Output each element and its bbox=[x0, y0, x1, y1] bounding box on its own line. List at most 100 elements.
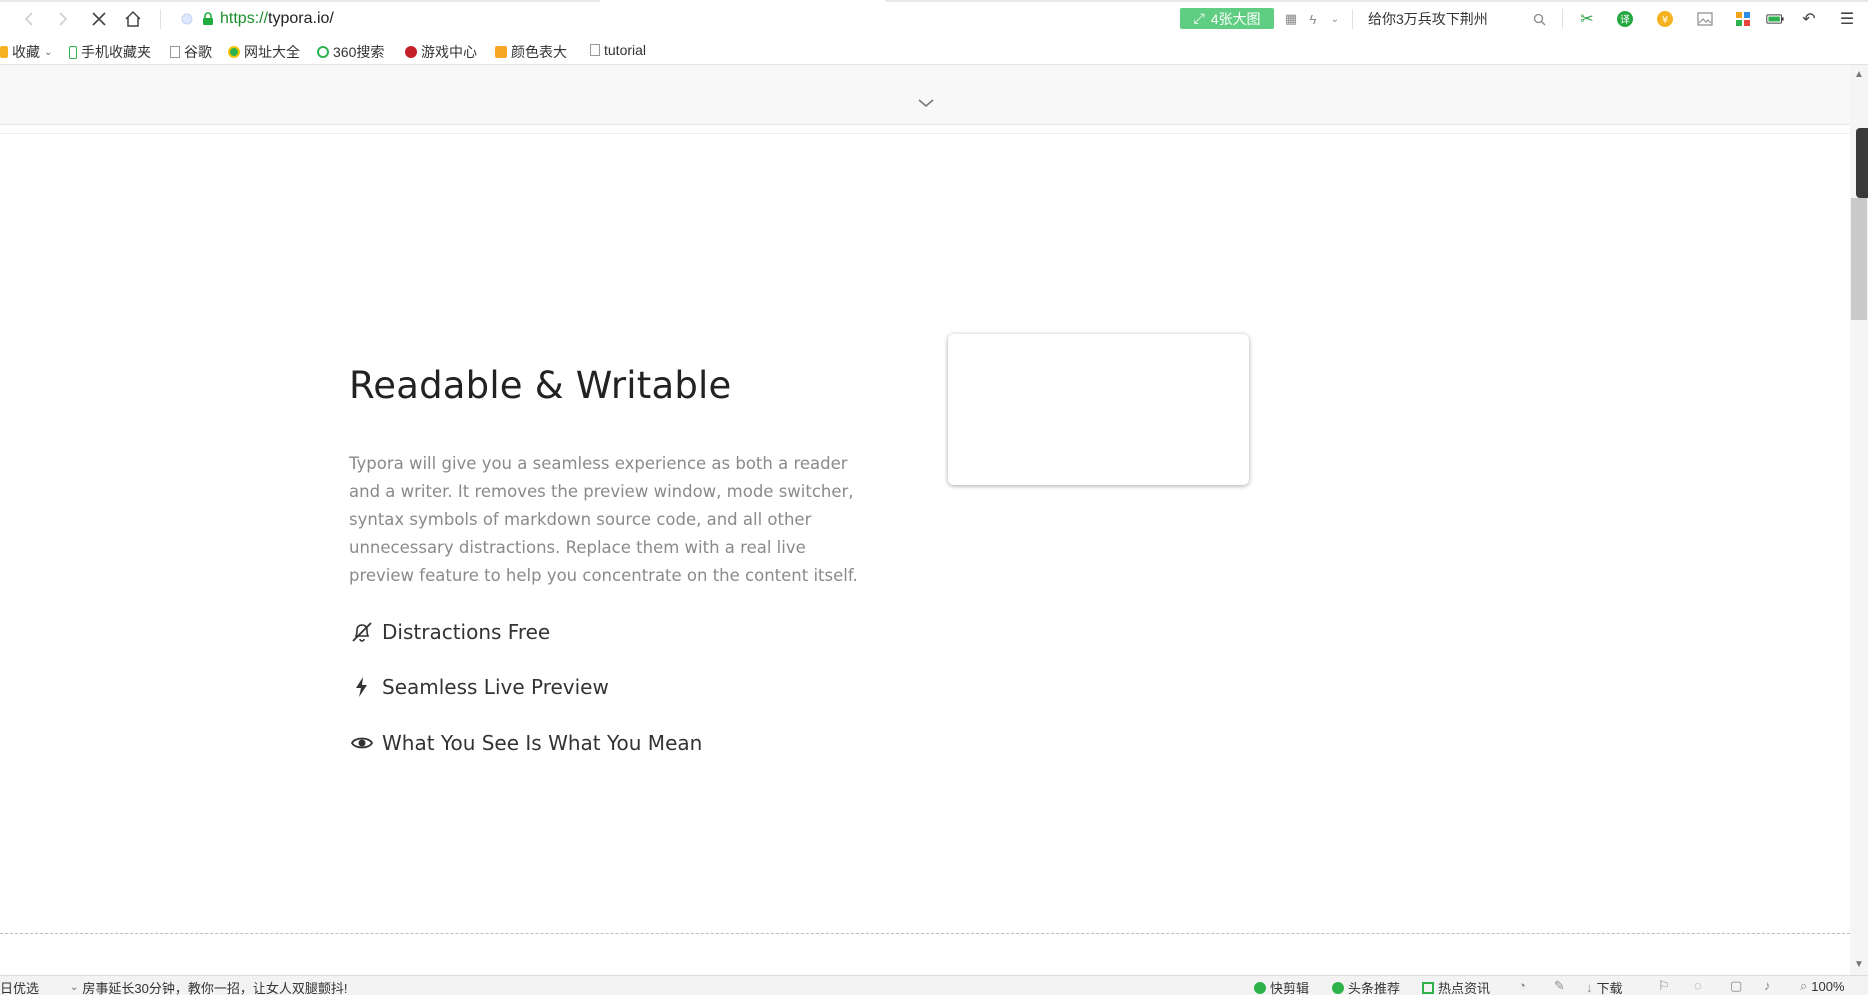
menu-icon[interactable]: ☰ bbox=[1838, 10, 1856, 28]
sub-navigation-bar bbox=[0, 65, 1850, 125]
quick-clip-button[interactable]: 快剪辑 bbox=[1254, 978, 1309, 997]
feature-label: Seamless Live Preview bbox=[382, 675, 609, 699]
flag-icon[interactable]: ⚐ bbox=[1658, 978, 1670, 994]
scroll-down-arrow-icon[interactable]: ▼ bbox=[1852, 958, 1866, 972]
eye-icon bbox=[350, 737, 374, 749]
search-ring-icon bbox=[317, 46, 329, 58]
divider bbox=[0, 133, 1850, 134]
news-ticker-text: 房事延长30分钟，教你一招，让女人双腿颤抖! bbox=[82, 981, 348, 996]
svg-text:¥: ¥ bbox=[1662, 15, 1668, 26]
expand-icon: ⤢ bbox=[1193, 10, 1205, 26]
qr-code-icon[interactable]: ▦ bbox=[1282, 10, 1300, 28]
toolbar-divider bbox=[1562, 9, 1563, 29]
quick-clip-label: 快剪辑 bbox=[1270, 981, 1310, 996]
bookmark-label: 手机收藏夹 bbox=[81, 44, 151, 60]
chevron-down-icon[interactable]: ⌄ bbox=[1326, 10, 1344, 28]
page-icon bbox=[590, 44, 600, 56]
loading-indicator bbox=[0, 0, 600, 2]
address-bar[interactable]: https://typora.io/ bbox=[180, 8, 334, 30]
speed-icon[interactable]: ◔ bbox=[1518, 978, 1526, 993]
globe-icon bbox=[228, 46, 240, 58]
feature-distractions-free: Distractions Free bbox=[350, 620, 550, 644]
headline-recommend-button[interactable]: 头条推荐 bbox=[1332, 978, 1400, 997]
bookmark-label: 网址大全 bbox=[244, 44, 300, 60]
home-icon bbox=[125, 10, 141, 27]
bookmark-label: 颜色表大 bbox=[511, 44, 567, 60]
chevron-down-icon: ⌄ bbox=[44, 46, 53, 58]
play-icon bbox=[1332, 981, 1344, 994]
bookmark-colors[interactable]: 颜色表大 bbox=[495, 42, 567, 62]
arrow-left-icon bbox=[24, 12, 33, 26]
battery-icon[interactable] bbox=[1766, 10, 1784, 28]
scissors-icon[interactable]: ✂ bbox=[1578, 10, 1596, 28]
zoom-icon: ⌕ bbox=[1800, 978, 1808, 993]
apps-icon[interactable] bbox=[1734, 10, 1752, 28]
lightning-icon[interactable]: ϟ bbox=[1304, 10, 1322, 28]
phone-icon bbox=[69, 45, 77, 59]
chevron-down-icon bbox=[918, 99, 934, 108]
status-left-label[interactable]: 日优选 bbox=[0, 978, 39, 997]
download-icon: ↓ bbox=[1586, 980, 1593, 995]
download-label: 下载 bbox=[1596, 981, 1623, 996]
search-suggestion[interactable]: 给你3万兵攻下荆州 bbox=[1368, 9, 1488, 29]
coin-icon[interactable]: ¥ bbox=[1656, 10, 1674, 28]
forward-button[interactable] bbox=[52, 8, 74, 30]
window-icon[interactable]: ▢ bbox=[1730, 978, 1742, 994]
zoom-control[interactable]: ⌕ 100% bbox=[1800, 978, 1845, 994]
news-icon bbox=[1422, 981, 1434, 994]
bookmark-favorites[interactable]: 收藏 ⌄ bbox=[0, 42, 52, 62]
svg-text:译: 译 bbox=[1620, 14, 1630, 26]
back-button[interactable] bbox=[18, 8, 40, 30]
close-icon bbox=[92, 12, 106, 26]
play-icon bbox=[1254, 981, 1266, 994]
home-button[interactable] bbox=[122, 8, 144, 30]
lock-icon bbox=[203, 12, 213, 25]
volume-icon[interactable]: ♪ bbox=[1764, 978, 1771, 993]
bookmarks-bar: 收藏 ⌄ 手机收藏夹 谷歌 网址大全 360搜索 游戏中心 颜色表大 tutor… bbox=[0, 38, 1868, 65]
section-divider bbox=[0, 933, 1850, 934]
bookmark-label: 收藏 bbox=[12, 44, 40, 60]
translate-icon[interactable]: 译 bbox=[1616, 10, 1634, 28]
star-icon bbox=[0, 46, 8, 58]
palette-icon bbox=[495, 46, 507, 58]
game-icon bbox=[405, 46, 417, 58]
url-host: typora.io/ bbox=[268, 10, 334, 27]
feature-label: Distractions Free bbox=[382, 620, 551, 644]
toolbar-divider bbox=[1352, 9, 1353, 29]
feature-live-preview: Seamless Live Preview bbox=[350, 675, 609, 699]
pin-icon[interactable]: ✎ bbox=[1554, 978, 1565, 994]
scrollbar-thumb[interactable] bbox=[1851, 198, 1867, 320]
preview-image-placeholder bbox=[948, 334, 1249, 485]
expand-nav-button[interactable] bbox=[916, 96, 936, 114]
globe-icon[interactable]: ◌ bbox=[1694, 978, 1702, 993]
undo-icon[interactable]: ↶ bbox=[1800, 10, 1818, 28]
page-icon bbox=[170, 46, 180, 58]
side-panel-handle[interactable] bbox=[1856, 128, 1868, 198]
scroll-up-arrow-icon[interactable]: ▲ bbox=[1852, 68, 1866, 82]
browser-toolbar: https://typora.io/ ⤢ 4张大图 ▦ ϟ ⌄ 给你3万兵攻下荆… bbox=[0, 0, 1868, 39]
bookmark-google[interactable]: 谷歌 bbox=[170, 42, 212, 62]
hot-news-button[interactable]: 热点资讯 bbox=[1422, 978, 1490, 997]
stop-loading-button[interactable] bbox=[88, 8, 110, 30]
bookmark-games[interactable]: 游戏中心 bbox=[405, 42, 477, 62]
search-icon[interactable] bbox=[1530, 10, 1548, 28]
big-images-button[interactable]: ⤢ 4张大图 bbox=[1180, 8, 1274, 29]
bookmark-mobile[interactable]: 手机收藏夹 bbox=[69, 42, 151, 62]
url-scheme: https:// bbox=[220, 10, 269, 27]
bookmark-360search[interactable]: 360搜索 bbox=[317, 42, 384, 62]
image-icon[interactable] bbox=[1696, 10, 1714, 28]
section-description: Typora will give you a seamless experien… bbox=[349, 454, 858, 585]
news-ticker[interactable]: ⌄ 房事延长30分钟，教你一招，让女人双腿颤抖! bbox=[70, 978, 347, 997]
bookmark-label: 谷歌 bbox=[184, 44, 212, 60]
feature-label: What You See Is What You Mean bbox=[382, 731, 703, 755]
status-bar: 日优选 ⌄ 房事延长30分钟，教你一招，让女人双腿颤抖! 快剪辑 头条推荐 热点… bbox=[0, 975, 1868, 997]
zoom-level: 100% bbox=[1811, 978, 1845, 994]
download-button[interactable]: ↓ 下载 bbox=[1586, 978, 1623, 997]
bookmark-tutorial[interactable]: tutorial bbox=[590, 42, 646, 58]
loading-indicator-track bbox=[885, 0, 1868, 2]
url-text[interactable]: https://typora.io/ bbox=[220, 10, 334, 28]
bookmark-hao[interactable]: 网址大全 bbox=[228, 42, 300, 62]
bookmark-label: 游戏中心 bbox=[421, 44, 477, 60]
big-images-label: 4张大图 bbox=[1210, 10, 1261, 27]
feature-wysiwym: What You See Is What You Mean bbox=[350, 731, 702, 755]
